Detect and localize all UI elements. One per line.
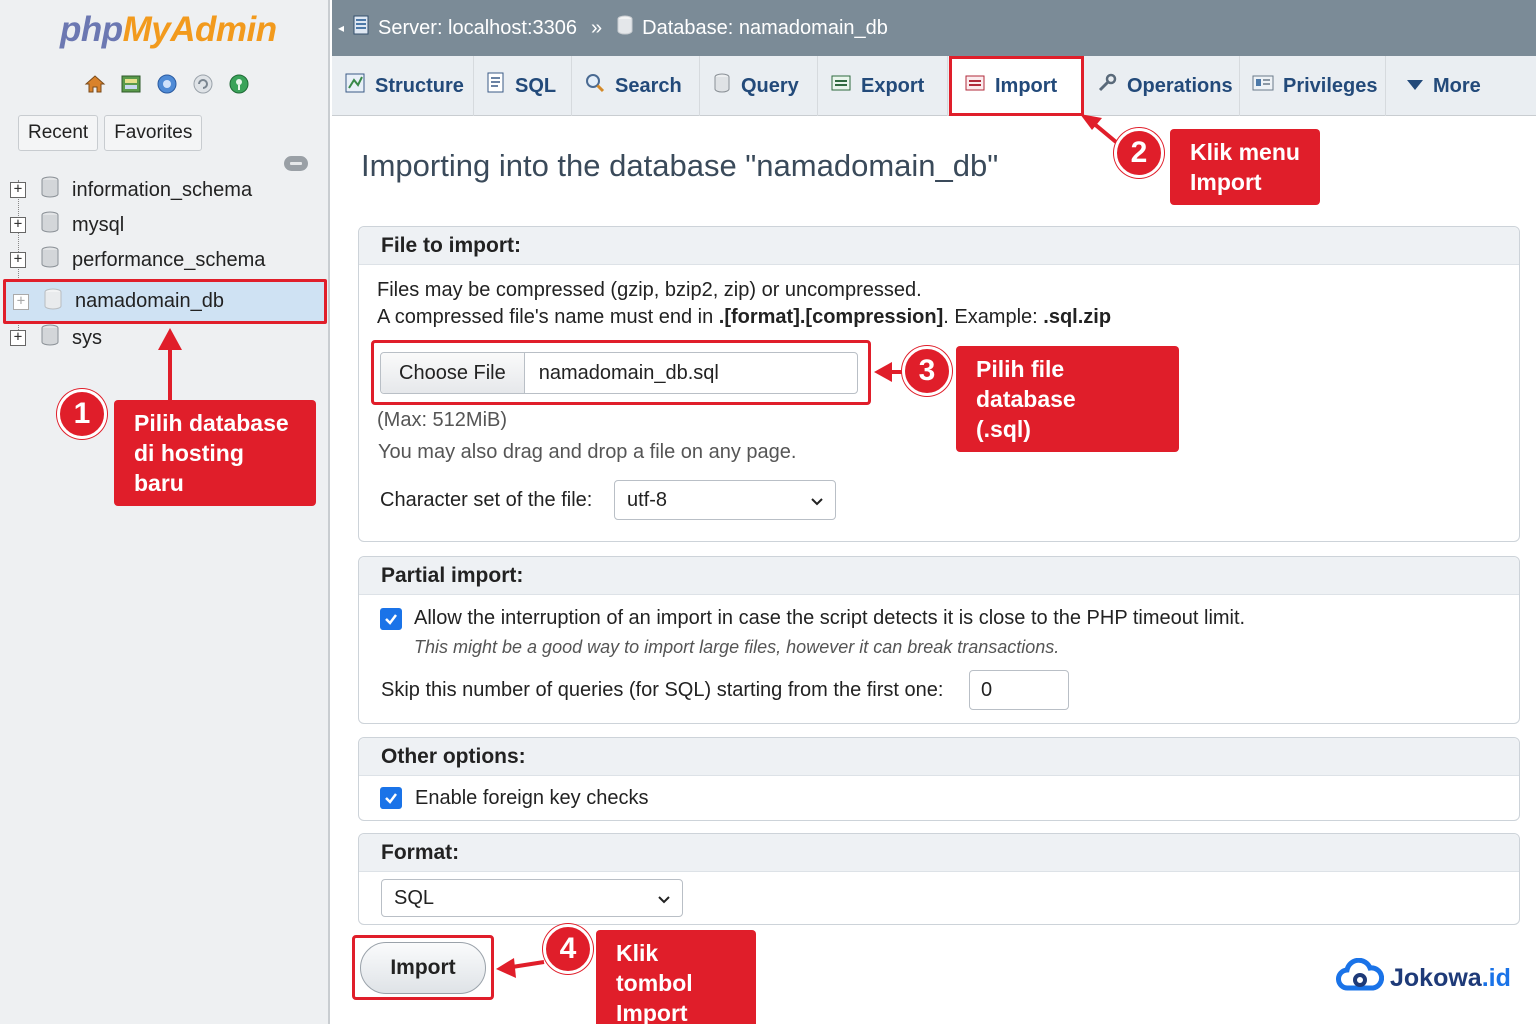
arrowhead-step-4 (496, 958, 516, 978)
callout-line: di hosting baru (134, 440, 244, 496)
callout-step-4: Klik tombol Import (596, 930, 756, 1024)
arrowhead-step-3 (874, 362, 892, 382)
watermark-suffix: .id (1481, 964, 1511, 992)
callout-line: Klik tombol (616, 940, 693, 996)
watermark-brand: Jokowa (1390, 964, 1482, 992)
callout-line: (.sql) (976, 416, 1031, 442)
arrowhead-step-1 (158, 328, 182, 350)
callout-step-1: Pilih database di hosting baru (114, 400, 316, 506)
callout-line: Import (1190, 169, 1262, 195)
cloud-icon (1336, 957, 1385, 999)
callout-line: Klik menu (1190, 139, 1300, 165)
step-badge-3: 3 (902, 346, 952, 396)
callout-step-3: Pilih file database (.sql) (956, 346, 1179, 452)
step-badge-1: 1 (57, 389, 107, 439)
jokowa-watermark: Jokowa.id (1336, 957, 1511, 999)
callout-line: Pilih file database (976, 356, 1076, 412)
callout-line: Import (616, 1000, 688, 1024)
step-badge-4: 4 (543, 924, 593, 974)
callout-line: Pilih database (134, 410, 289, 436)
step-badge-2: 2 (1114, 128, 1164, 178)
arrow-step-4 (511, 960, 545, 969)
callout-step-2: Klik menu Import (1170, 129, 1320, 205)
